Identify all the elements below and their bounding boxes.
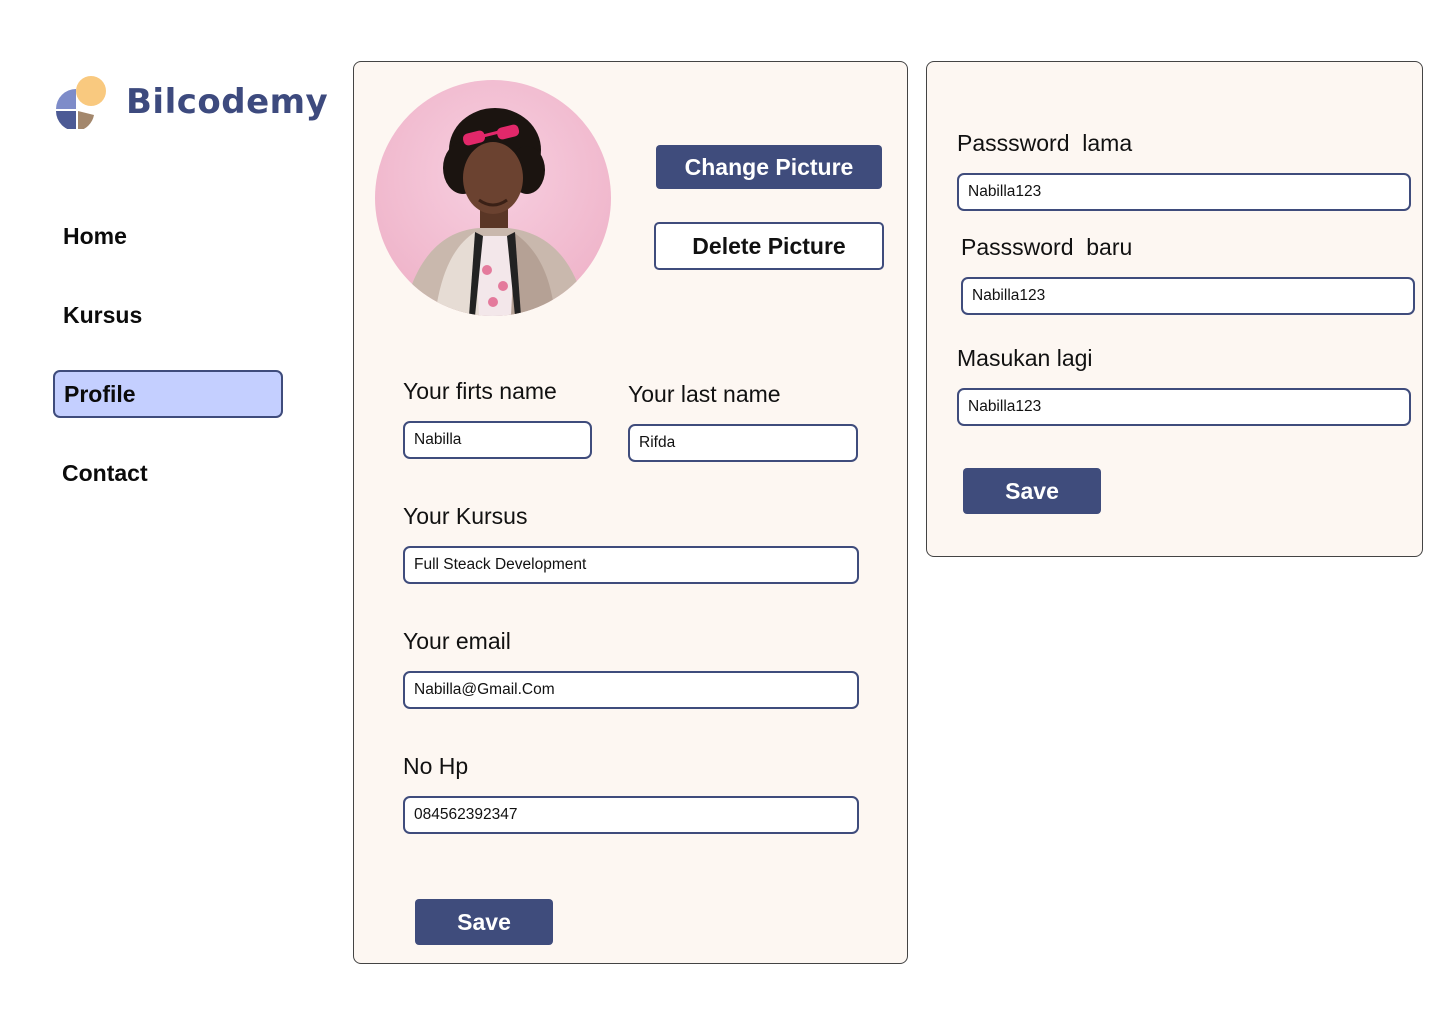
new-password-label: Passsword baru [961, 234, 1133, 260]
change-picture-button[interactable]: Change Picture [656, 145, 882, 189]
last-name-label: Your last name [628, 381, 781, 407]
brand-logo[interactable]: Bilcodemy [54, 72, 334, 132]
nav-item-kursus[interactable]: Kursus [63, 302, 142, 329]
avatar [375, 80, 611, 316]
brand-name: Bilcodemy [126, 82, 329, 122]
nav-item-profile[interactable]: Profile [53, 370, 283, 418]
last-name-field[interactable] [628, 424, 858, 462]
first-name-field[interactable] [403, 421, 592, 459]
kursus-field[interactable] [403, 546, 859, 584]
old-password-label: Passsword lama [957, 130, 1133, 156]
logo-icon [54, 75, 108, 131]
phone-field[interactable] [403, 796, 859, 834]
password-save-button[interactable]: Save [963, 468, 1101, 514]
email-label: Your email [403, 628, 511, 654]
old-password-field[interactable] [957, 173, 1411, 211]
phone-label: No Hp [403, 753, 469, 779]
repeat-password-field[interactable] [957, 388, 1411, 426]
nav-item-contact[interactable]: Contact [62, 460, 148, 487]
nav-item-profile-label: Profile [64, 381, 136, 407]
kursus-label: Your Kursus [403, 503, 528, 529]
first-name-label: Your firts name [403, 378, 557, 404]
delete-picture-button[interactable]: Delete Picture [654, 222, 884, 270]
user-photo-icon [403, 108, 587, 316]
nav-item-home[interactable]: Home [63, 223, 127, 250]
new-password-field[interactable] [961, 277, 1415, 315]
profile-save-button[interactable]: Save [415, 899, 553, 945]
email-field[interactable] [403, 671, 859, 709]
repeat-password-label: Masukan lagi [957, 345, 1093, 371]
